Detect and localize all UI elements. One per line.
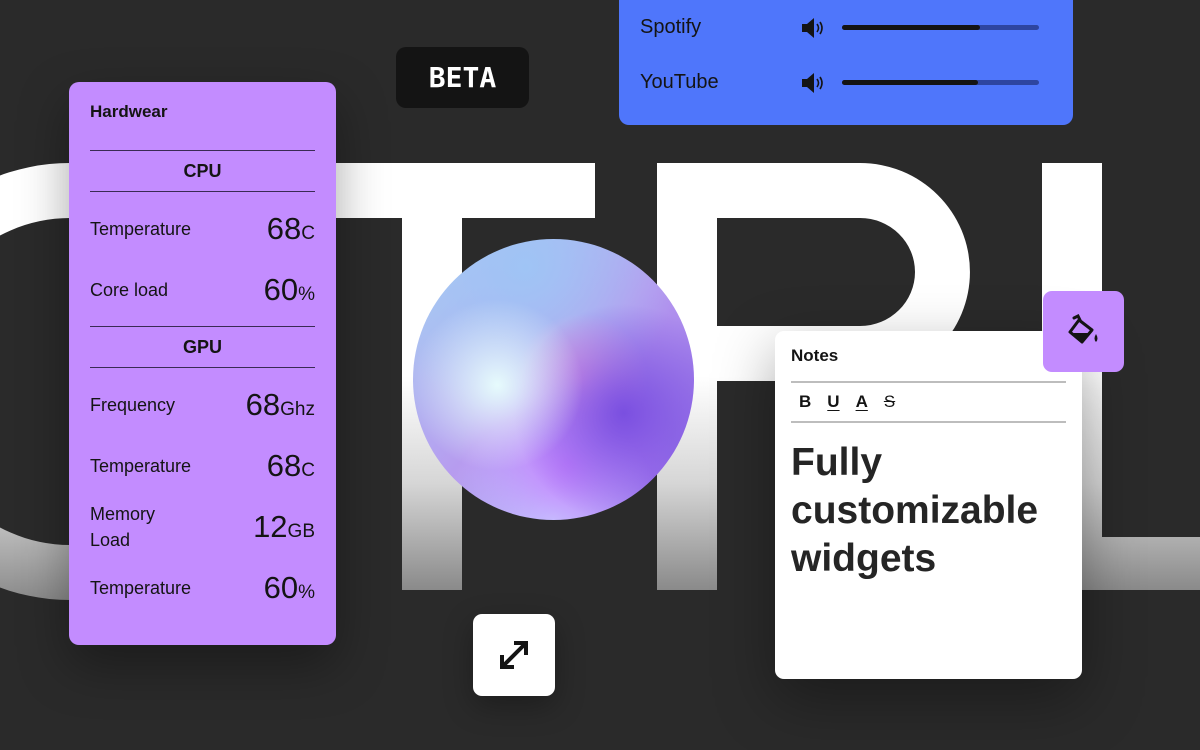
notes-text-area[interactable]: Fully customizable widgets <box>791 439 1066 583</box>
volume-slider-fill <box>842 25 980 30</box>
media-row-spotify: Spotify <box>640 0 1073 55</box>
letter-t-bar <box>336 163 595 218</box>
strikethrough-button[interactable]: S <box>884 392 895 412</box>
row-label: Core load <box>90 279 169 300</box>
hardware-row: Temperature 68C <box>90 198 315 259</box>
row-label: Temperature <box>90 577 192 598</box>
row-value: 60% <box>263 569 315 605</box>
row-label: Temperature <box>90 218 192 239</box>
media-row-youtube: YouTube <box>640 55 1073 110</box>
notes-title: Notes <box>791 346 839 365</box>
speaker-icon[interactable] <box>800 16 826 40</box>
notes-format-toolbar: B U A S <box>791 381 1066 423</box>
paint-bucket-icon <box>1068 313 1097 343</box>
row-value: 68C <box>266 210 315 246</box>
volume-slider[interactable] <box>842 80 1039 85</box>
hardware-title: Hardwear <box>90 102 168 121</box>
app-name: YouTube <box>640 71 719 93</box>
row-value: 12GB <box>253 508 315 544</box>
row-value: 60% <box>263 271 315 307</box>
hardware-row: Core load 60% <box>90 259 315 320</box>
hardware-row: Frequency 68Ghz <box>90 374 315 435</box>
bold-button[interactable]: B <box>799 392 811 412</box>
row-value: 68Ghz <box>245 386 315 422</box>
expand-button[interactable] <box>473 614 555 696</box>
row-label: Temperature <box>90 455 192 476</box>
hardware-row: Temperature 68C <box>90 435 315 496</box>
row-label: Memory Load <box>90 503 156 550</box>
expand-arrows-icon <box>500 641 528 669</box>
section-header-gpu: GPU <box>90 326 315 368</box>
text-color-button[interactable]: A <box>856 392 868 412</box>
app-name: Spotify <box>640 16 702 38</box>
volume-slider[interactable] <box>842 25 1039 30</box>
section-header-cpu: CPU <box>90 150 315 192</box>
gradient-orb <box>413 239 694 520</box>
row-value: 68C <box>266 447 315 483</box>
volume-slider-fill <box>842 80 978 85</box>
hardware-widget: Hardwear CPU Temperature 68C Core load 6… <box>69 82 336 645</box>
speaker-icon[interactable] <box>800 71 826 95</box>
hardware-row: Memory Load 12GB <box>90 496 315 557</box>
underline-button[interactable]: U <box>827 392 839 412</box>
hardware-row: Temperature 60% <box>90 557 315 618</box>
notes-widget: Notes B U A S Fully customizable widgets <box>775 331 1082 679</box>
paint-bucket-button[interactable] <box>1043 291 1124 372</box>
media-volume-widget: Spotify YouTube <box>619 0 1073 125</box>
row-label: Frequency <box>90 394 176 415</box>
beta-badge: BETA <box>396 47 529 108</box>
